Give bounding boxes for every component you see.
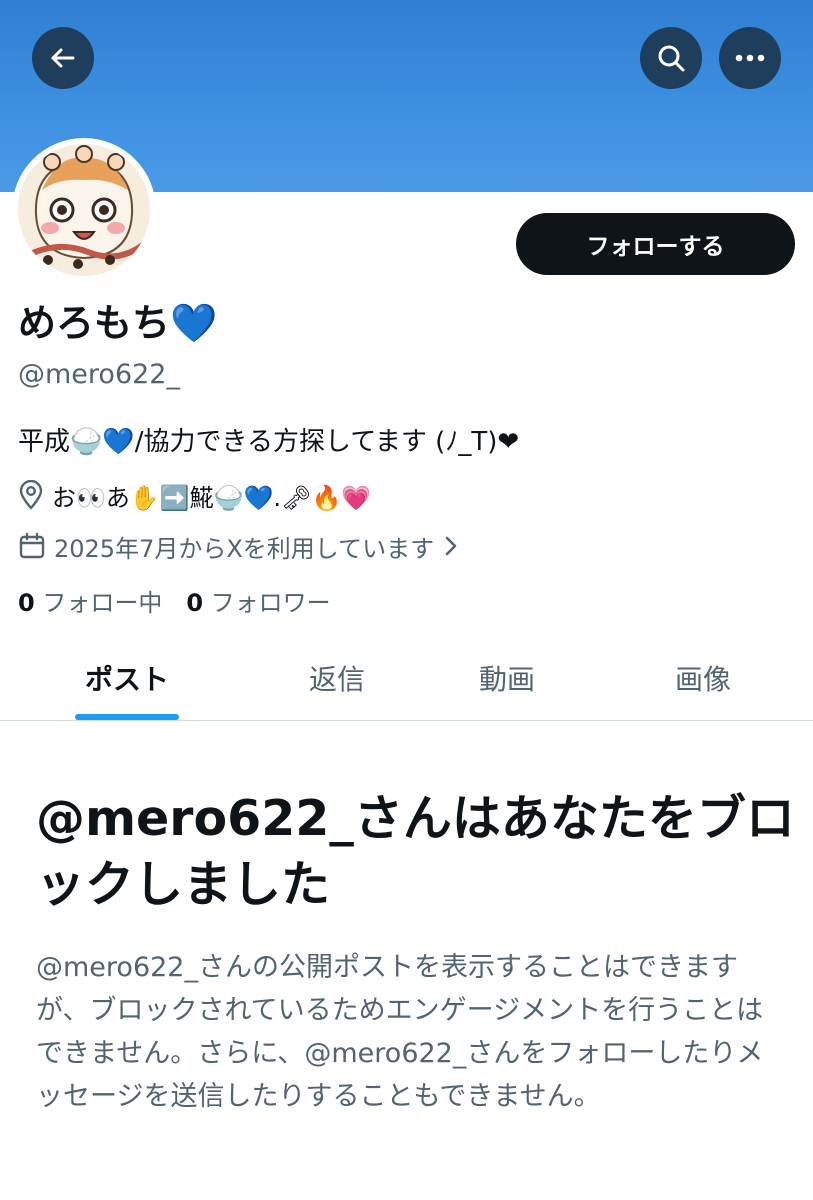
chevron-right-icon bbox=[444, 535, 458, 557]
location-pin-icon bbox=[18, 480, 44, 510]
profile-bio: 平成🍚💙/協力できる方探してます (ﾉ_T)❤ bbox=[18, 427, 520, 457]
tab-posts[interactable]: ポスト bbox=[40, 636, 214, 720]
following-count: 0 bbox=[18, 589, 35, 617]
calendar-icon bbox=[18, 532, 46, 560]
search-icon bbox=[658, 45, 685, 72]
followers-count: 0 bbox=[186, 589, 204, 617]
followers-stat[interactable]: 0 フォロワー bbox=[186, 589, 330, 617]
user-handle: @mero622_ bbox=[18, 359, 180, 390]
avatar-hamster-image bbox=[18, 144, 150, 276]
tab-videos[interactable]: 動画 bbox=[420, 636, 594, 720]
following-label: フォロー中 bbox=[42, 589, 163, 617]
tab-replies[interactable]: 返信 bbox=[250, 636, 424, 720]
active-tab-indicator bbox=[75, 714, 179, 720]
joined-date-row[interactable]: 2025年7月からXを利用しています bbox=[18, 526, 466, 566]
following-stat[interactable]: 0 フォロー中 bbox=[18, 589, 162, 617]
display-name: めろもち💙 bbox=[18, 301, 218, 345]
follow-stats: 0 フォロー中 0 フォロワー bbox=[18, 583, 331, 623]
profile-tabs: ポスト 返信 動画 画像 bbox=[0, 636, 813, 721]
tab-images[interactable]: 画像 bbox=[616, 636, 790, 720]
more-icon bbox=[735, 54, 765, 62]
blocked-title: @mero622_さんはあなたをブロックしました bbox=[36, 790, 795, 913]
location-row: お👀あ✋➡️𩸽🍚💙.🗝🔥💗 bbox=[18, 475, 371, 515]
follow-button[interactable]: フォローする bbox=[516, 213, 795, 275]
location-text: お👀あ✋➡️𩸽🍚💙.🗝🔥💗 bbox=[52, 483, 372, 512]
more-options-button[interactable] bbox=[719, 27, 781, 89]
joined-text: 2025年7月からXを利用しています bbox=[54, 534, 435, 563]
search-button[interactable] bbox=[640, 27, 702, 89]
followers-label: フォロワー bbox=[210, 589, 331, 617]
back-arrow-icon bbox=[51, 48, 75, 68]
avatar[interactable] bbox=[12, 138, 156, 282]
back-button[interactable] bbox=[32, 27, 94, 89]
blocked-description: @mero622_さんの公開ポストを表示することはできますが、ブロックされている… bbox=[36, 952, 764, 1112]
